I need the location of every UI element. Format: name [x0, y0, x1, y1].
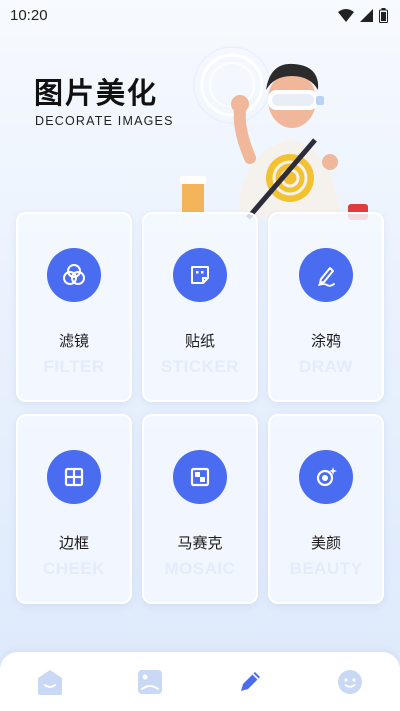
- tool-card-mosaic[interactable]: 马赛克 MOSAIC: [142, 414, 258, 604]
- tool-label: 边框: [58, 534, 89, 552]
- tool-card-frame[interactable]: 边框 CHEEK: [16, 414, 132, 604]
- nav-item-home[interactable]: [30, 662, 70, 702]
- tool-en-label: FILTER: [43, 357, 105, 376]
- page-title: 图片美化: [34, 76, 159, 110]
- draw-icon-circle: [299, 248, 353, 302]
- page-subtitle: DECORATE IMAGES: [35, 114, 174, 128]
- tool-en-label: DRAW: [299, 357, 353, 376]
- home-icon: [38, 669, 62, 695]
- beauty-icon-circle: [299, 450, 353, 504]
- tool-en-label: CHEEK: [42, 559, 105, 578]
- status-time: 10:20: [10, 6, 48, 24]
- frame-icon-circle: [47, 450, 101, 504]
- gallery-icon: [138, 669, 162, 694]
- tool-label: 马赛克: [177, 534, 223, 552]
- filter-icon-circle: [47, 248, 101, 302]
- tool-label: 贴纸: [184, 332, 215, 350]
- tool-label: 美颜: [310, 534, 341, 552]
- tool-en-label: BEAUTY: [289, 559, 363, 578]
- tool-label: 涂鸦: [310, 332, 341, 350]
- tool-en-label: MOSAIC: [164, 559, 236, 578]
- nav-item-profile[interactable]: [330, 662, 370, 702]
- mosaic-icon: [190, 467, 210, 487]
- sticker-icon: [191, 266, 209, 284]
- profile-icon: [338, 669, 362, 694]
- mosaic-icon-circle: [173, 450, 227, 504]
- nav-item-gallery[interactable]: [130, 662, 170, 702]
- signal-icon: [360, 8, 373, 22]
- sticker-icon-circle: [173, 248, 227, 302]
- tool-en-label: STICKER: [160, 357, 240, 376]
- beauty-icon: [316, 467, 337, 487]
- edit-icon: [241, 671, 260, 691]
- tools-grid: 滤镜 FILTER 贴纸 STICKER 涂鸦 DRAW 边框 CHEEK 马赛…: [16, 212, 384, 604]
- battery-icon: [379, 7, 388, 23]
- tool-label: 滤镜: [58, 332, 89, 350]
- hero-banner: 图片美化 DECORATE IMAGES: [0, 30, 400, 220]
- status-bar: 10:20: [0, 0, 400, 30]
- draw-icon: [318, 267, 335, 287]
- tool-card-draw[interactable]: 涂鸦 DRAW: [268, 212, 384, 402]
- frame-icon: [64, 467, 84, 487]
- nav-item-edit[interactable]: [230, 662, 270, 702]
- vr-character-illustration: [180, 46, 368, 220]
- wifi-icon: [338, 8, 354, 22]
- tool-card-filter[interactable]: 滤镜 FILTER: [16, 212, 132, 402]
- status-icons: [338, 7, 388, 23]
- filter-icon: [63, 264, 85, 285]
- tool-card-sticker[interactable]: 贴纸 STICKER: [142, 212, 258, 402]
- bottom-nav: [0, 652, 400, 711]
- tool-card-beauty[interactable]: 美颜 BEAUTY: [268, 414, 384, 604]
